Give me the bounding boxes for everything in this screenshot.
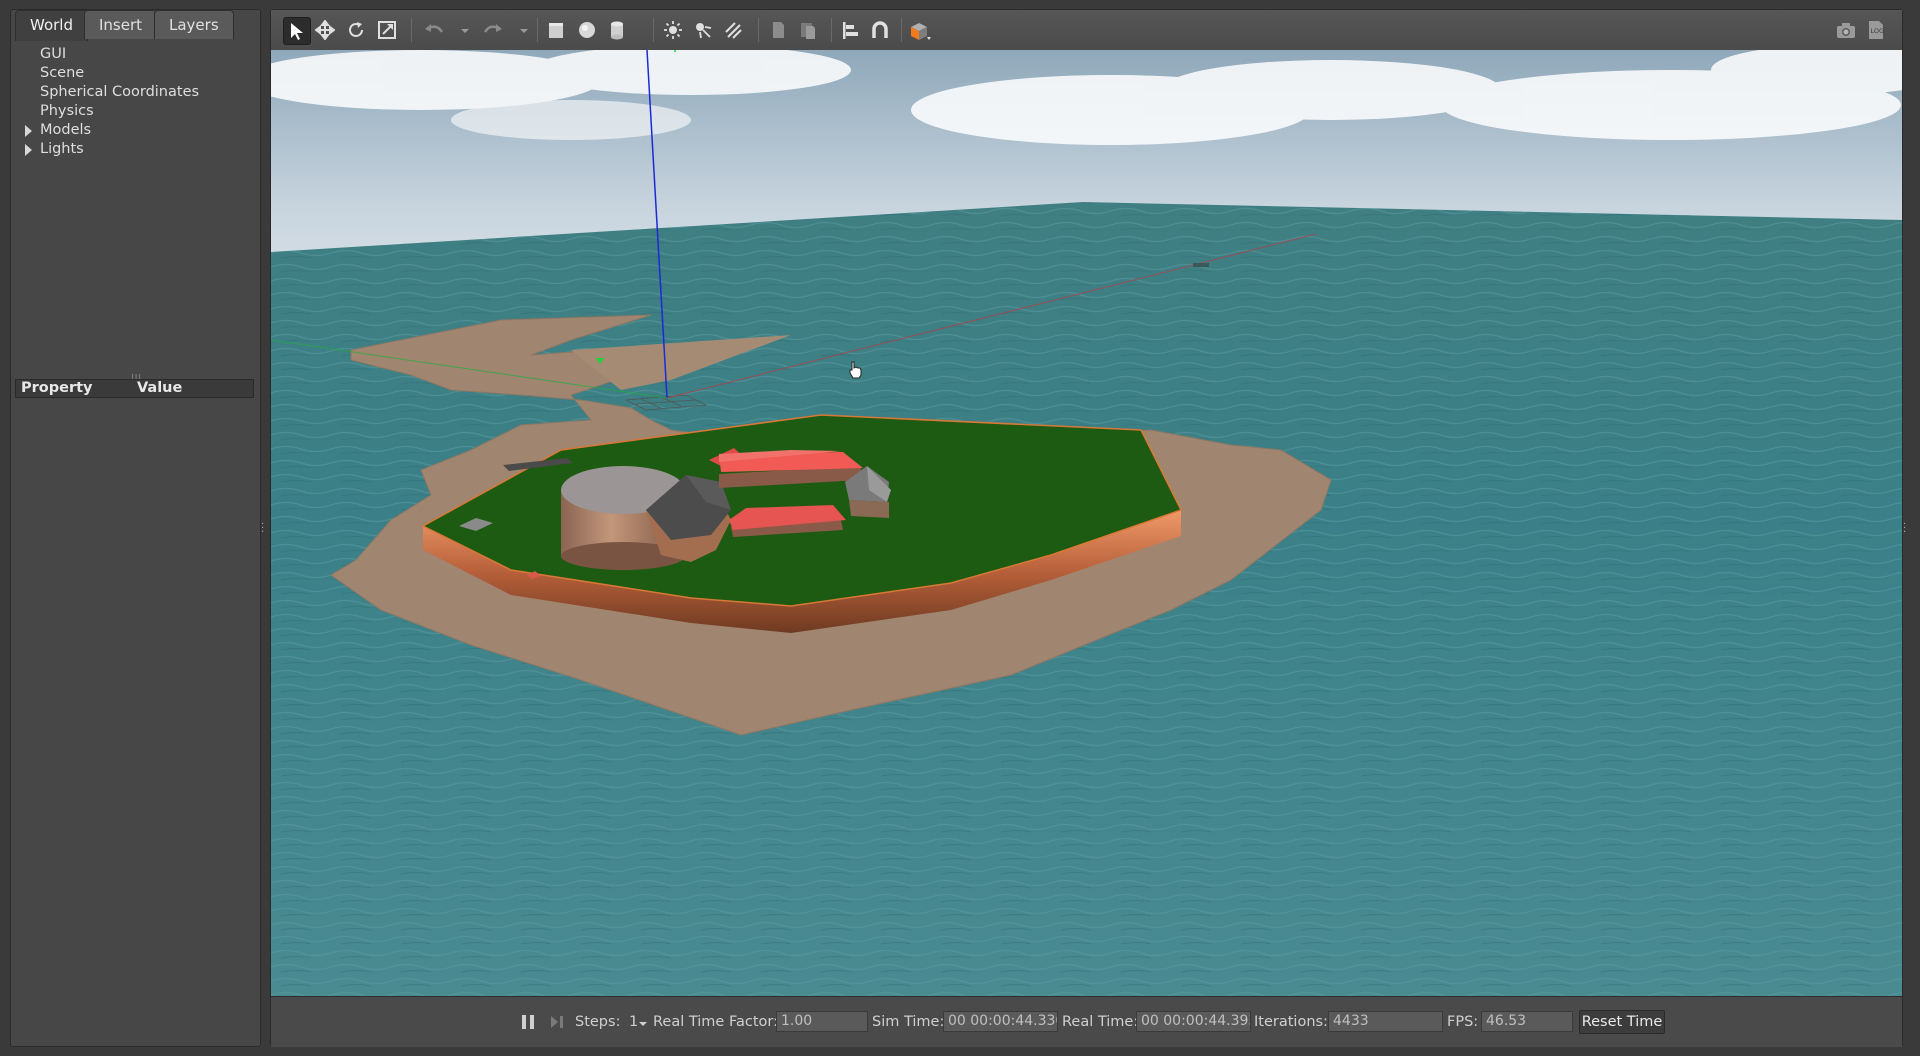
real-time-factor-field: 1.00 xyxy=(776,1011,868,1032)
toolbar-separator xyxy=(411,18,412,42)
tab-world[interactable]: World xyxy=(15,10,88,41)
tree-item-lights[interactable]: Lights xyxy=(11,140,260,159)
paste-icon[interactable] xyxy=(795,17,821,43)
3d-viewport[interactable] xyxy=(271,50,1902,996)
left-panel: World Insert Layers GUI Scene Spherical … xyxy=(10,9,261,1047)
sim-time-label: Sim Time: xyxy=(872,1014,945,1030)
toolbar-separator xyxy=(537,18,538,42)
real-time-label: Real Time: xyxy=(1062,1014,1139,1030)
snap-magnet-icon[interactable] xyxy=(867,17,893,43)
toolbar-separator xyxy=(831,18,832,42)
directional-light-icon[interactable] xyxy=(720,17,746,43)
iterations-field: 4433 xyxy=(1328,1011,1443,1032)
pause-icon xyxy=(522,1015,534,1029)
tree-item-label: GUI xyxy=(40,46,67,62)
simulation-status-bar: Steps: 1 Real Time Factor: 1.00 Sim Time… xyxy=(271,996,1902,1047)
fps-label: FPS: xyxy=(1447,1014,1479,1030)
redo-icon[interactable] xyxy=(480,17,506,43)
left-tabbar: World Insert Layers xyxy=(11,10,260,41)
scene-render[interactable] xyxy=(271,50,1902,996)
camera-icon[interactable] xyxy=(1833,17,1859,43)
right-splitter-handle[interactable]: · · · xyxy=(1903,520,1906,538)
point-light-icon[interactable] xyxy=(660,17,686,43)
tree-item-gui[interactable]: GUI xyxy=(11,45,260,64)
svg-text:LOG: LOG xyxy=(1871,27,1885,35)
sim-time-field: 00 00:00:44.330 xyxy=(943,1011,1058,1032)
cylinder-icon[interactable] xyxy=(604,17,630,43)
copy-icon[interactable] xyxy=(765,17,791,43)
iterations-label: Iterations: xyxy=(1254,1014,1328,1030)
steps-value[interactable]: 1 xyxy=(629,1014,638,1030)
expand-arrow-icon[interactable] xyxy=(25,144,32,156)
tree-item-physics[interactable]: Physics xyxy=(11,102,260,121)
distant-object xyxy=(1193,263,1209,267)
tree-item-label: Models xyxy=(40,122,92,138)
log-icon[interactable]: LOG xyxy=(1863,17,1889,43)
world-tree: GUI Scene Spherical Coordinates Physics … xyxy=(11,45,260,159)
reset-time-button[interactable]: Reset Time xyxy=(1579,1010,1665,1034)
property-table-header: Property Value xyxy=(15,379,254,398)
left-splitter-handle[interactable]: · · · xyxy=(261,520,264,538)
change-view-icon[interactable] xyxy=(907,17,933,43)
undo-dropdown-icon[interactable] xyxy=(461,29,469,33)
sphere-icon[interactable] xyxy=(574,17,600,43)
value-column-header[interactable]: Value xyxy=(137,380,182,397)
tree-item-label: Scene xyxy=(40,65,85,81)
box-icon[interactable] xyxy=(543,17,569,43)
main-frame: LOG Steps: 1 Real Time Factor: 1.00 Sim … xyxy=(270,9,1903,1047)
tab-layers[interactable]: Layers xyxy=(154,10,234,39)
fps-field: 46.53 xyxy=(1481,1011,1573,1032)
expand-arrow-icon[interactable] xyxy=(25,125,32,137)
translate-icon[interactable] xyxy=(312,17,338,43)
toolbar-separator xyxy=(653,18,654,42)
align-icon[interactable] xyxy=(837,17,863,43)
undo-icon[interactable] xyxy=(421,17,447,43)
tree-item-label: Spherical Coordinates xyxy=(40,84,200,100)
steps-label: Steps: xyxy=(575,1014,621,1030)
toolbar-separator xyxy=(758,18,759,42)
tree-item-label: Lights xyxy=(40,141,84,157)
select-arrow-icon[interactable] xyxy=(283,17,311,45)
pause-button[interactable] xyxy=(515,1009,541,1035)
rotate-icon[interactable] xyxy=(343,17,369,43)
scale-icon[interactable] xyxy=(374,17,400,43)
real-time-field: 00 00:00:44.393 xyxy=(1136,1011,1251,1032)
property-column-header[interactable]: Property xyxy=(21,380,93,397)
tab-insert[interactable]: Insert xyxy=(84,10,158,39)
tree-item-label: Physics xyxy=(40,103,94,119)
tree-item-models[interactable]: Models xyxy=(11,121,260,140)
toolbar-separator xyxy=(901,18,902,42)
steps-dropdown-icon[interactable] xyxy=(639,1022,647,1026)
tree-item-spherical-coordinates[interactable]: Spherical Coordinates xyxy=(11,83,260,102)
step-button[interactable] xyxy=(544,1009,570,1035)
redo-dropdown-icon[interactable] xyxy=(520,29,528,33)
real-time-factor-label: Real Time Factor: xyxy=(653,1014,778,1030)
tree-item-scene[interactable]: Scene xyxy=(11,64,260,83)
step-icon xyxy=(551,1016,563,1028)
toolbar: LOG xyxy=(271,10,1902,51)
spot-light-icon[interactable] xyxy=(690,17,716,43)
